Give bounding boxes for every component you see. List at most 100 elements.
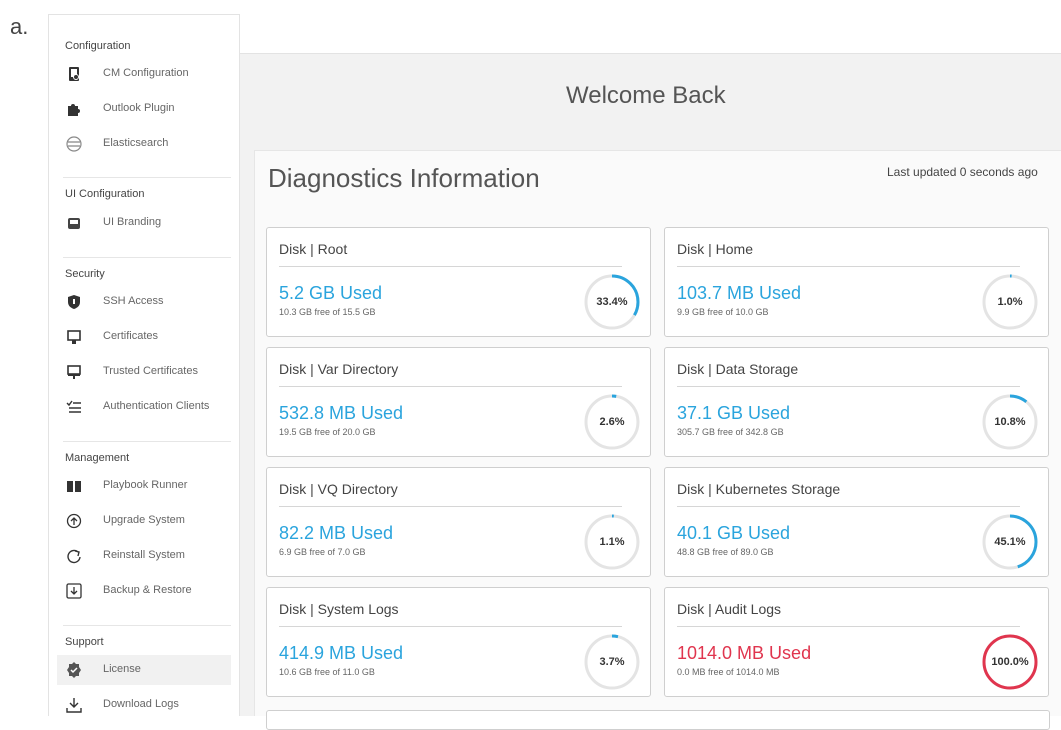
disk-free-text: 19.5 GB free of 20.0 GB xyxy=(279,427,376,437)
usage-gauge: 1.1% xyxy=(582,512,642,572)
trusted-certificate-icon xyxy=(65,363,83,381)
shield-icon xyxy=(65,293,83,311)
top-bar xyxy=(240,14,1061,54)
sidebar-item-ui-branding[interactable]: UI Branding xyxy=(57,208,231,238)
usage-gauge: 3.7% xyxy=(582,632,642,692)
usage-gauge: 45.1% xyxy=(980,512,1040,572)
upgrade-icon xyxy=(65,512,83,530)
sidebar-item-label: License xyxy=(103,663,141,675)
card-divider xyxy=(677,626,1020,627)
usage-gauge: 1.0% xyxy=(980,272,1040,332)
certificate-icon xyxy=(65,328,83,346)
sidebar-item-label: Certificates xyxy=(103,330,159,342)
sidebar-item-label: Playbook Runner xyxy=(103,479,188,491)
disk-free-text: 9.9 GB free of 10.0 GB xyxy=(677,307,769,317)
refresh-icon xyxy=(65,547,83,565)
disk-card-title: Disk | Kubernetes Storage xyxy=(677,481,841,497)
figure-label: a. xyxy=(10,14,29,39)
disk-used-value: 414.9 MB Used xyxy=(279,643,404,663)
sidebar-item-ssh-access[interactable]: SSH Access xyxy=(57,287,231,317)
card-divider xyxy=(279,266,622,267)
section-divider xyxy=(63,441,231,442)
sidebar-item-cm-configuration[interactable]: CM Configuration xyxy=(57,59,231,89)
disk-used-value: 5.2 GB Used xyxy=(279,283,383,303)
sidebar-item-label: Elasticsearch xyxy=(103,137,169,149)
branding-icon xyxy=(65,214,83,232)
sidebar-item-label: Authentication Clients xyxy=(103,400,210,412)
usage-gauge: 2.6% xyxy=(582,392,642,452)
elasticsearch-icon xyxy=(65,135,83,153)
disk-used-value: 82.2 MB Used xyxy=(279,523,394,543)
puzzle-icon xyxy=(65,100,83,118)
sidebar-section-heading: Management xyxy=(65,452,130,464)
sidebar-item-label: Trusted Certificates xyxy=(103,365,198,377)
gauge-percent-label: 2.6% xyxy=(599,416,625,428)
gauge-percent-label: 3.7% xyxy=(599,656,625,668)
sidebar-section-heading: Configuration xyxy=(65,40,131,52)
sidebar-item-trusted-certificates[interactable]: Trusted Certificates xyxy=(57,357,231,387)
disk-free-text: 10.3 GB free of 15.5 GB xyxy=(279,307,376,317)
sidebar-item-label: Upgrade System xyxy=(103,514,185,526)
card-divider xyxy=(677,266,1020,267)
sidebar-item-certificates[interactable]: Certificates xyxy=(57,322,231,352)
last-updated-text: Last updated 0 seconds ago xyxy=(887,165,1038,179)
sidebar-item-label: Backup & Restore xyxy=(103,584,192,596)
book-icon xyxy=(65,477,83,495)
usage-gauge: 10.8% xyxy=(980,392,1040,452)
sidebar-item-elasticsearch[interactable]: Elasticsearch xyxy=(57,129,231,159)
sidebar-item-outlook-plugin[interactable]: Outlook Plugin xyxy=(57,94,231,124)
sidebar-item-label: Download Logs xyxy=(103,698,179,710)
disk-card: Disk | Kubernetes Storage 40.1 GB Used 48.… xyxy=(664,467,1049,577)
disk-free-text: 305.7 GB free of 342.8 GB xyxy=(677,427,784,437)
disk-free-text: 0.0 MB free of 1014.0 MB xyxy=(677,667,780,677)
card-divider xyxy=(677,386,1020,387)
disk-card: Disk | Home 103.7 MB Used 9.9 GB free of 1… xyxy=(664,227,1049,337)
disk-card-title: Disk | VQ Directory xyxy=(279,481,398,497)
card-divider xyxy=(279,386,622,387)
sidebar-item-playbook-runner[interactable]: Playbook Runner xyxy=(57,471,231,501)
gauge-percent-label: 1.0% xyxy=(997,296,1023,308)
disk-card: Disk | Var Directory 532.8 MB Used 19.5 GB… xyxy=(266,347,651,457)
disk-free-text: 48.8 GB free of 89.0 GB xyxy=(677,547,774,557)
disk-card: Disk | Root 5.2 GB Used 10.3 GB free of 15… xyxy=(266,227,651,337)
cm-config-icon xyxy=(65,65,83,83)
sidebar-item-reinstall-system[interactable]: Reinstall System xyxy=(57,541,231,571)
disk-card-title: Disk | Data Storage xyxy=(677,361,799,377)
disk-used-value: 37.1 GB Used xyxy=(677,403,791,423)
sidebar-item-authentication-clients[interactable]: Authentication Clients xyxy=(57,392,231,422)
sidebar-item-backup-restore[interactable]: Backup & Restore xyxy=(57,576,231,606)
card-divider xyxy=(279,626,622,627)
sidebar-item-license[interactable]: License xyxy=(57,655,231,685)
section-divider xyxy=(63,625,231,626)
disk-card: Disk | VQ Directory 82.2 MB Used 6.9 GB fr… xyxy=(266,467,651,577)
gauge-percent-label: 1.1% xyxy=(599,536,625,548)
disk-card-title: Disk | Home xyxy=(677,241,753,257)
disk-used-value: 40.1 GB Used xyxy=(677,523,791,543)
checklist-icon xyxy=(65,398,83,416)
sidebar-item-label: CM Configuration xyxy=(103,67,189,79)
sidebar-item-label: UI Branding xyxy=(103,216,162,228)
backup-icon xyxy=(65,582,83,600)
sidebar-section-heading: Security xyxy=(65,268,105,280)
gauge-percent-label: 33.4% xyxy=(596,296,628,308)
usage-gauge: 100.0% xyxy=(980,632,1040,692)
sidebar-section-heading: UI Configuration xyxy=(65,188,145,200)
badge-check-icon xyxy=(65,661,83,679)
section-divider xyxy=(63,177,231,178)
disk-card-title: Disk | Audit Logs xyxy=(677,601,782,617)
sidebar-item-label: Outlook Plugin xyxy=(103,102,175,114)
gauge-percent-label: 10.8% xyxy=(994,416,1026,428)
diagnostics-title: Diagnostics Information xyxy=(268,163,540,193)
sidebar-section-heading: Support xyxy=(65,636,104,648)
card-divider xyxy=(677,506,1020,507)
welcome-heading: Welcome Back xyxy=(566,82,726,109)
card-divider xyxy=(279,506,622,507)
disk-card: Disk | System Logs 414.9 MB Used 10.6 GB f… xyxy=(266,587,651,697)
sidebar-item-upgrade-system[interactable]: Upgrade System xyxy=(57,506,231,536)
disk-card: Disk | Audit Logs 1014.0 MB Used 0.0 MB fr… xyxy=(664,587,1049,697)
download-icon xyxy=(65,696,83,714)
disk-card-title: Disk | System Logs xyxy=(279,601,399,617)
sidebar-item-label: Reinstall System xyxy=(103,549,185,561)
disk-free-text: 6.9 GB free of 7.0 GB xyxy=(279,547,366,557)
disk-card-title: Disk | Var Directory xyxy=(279,361,399,377)
